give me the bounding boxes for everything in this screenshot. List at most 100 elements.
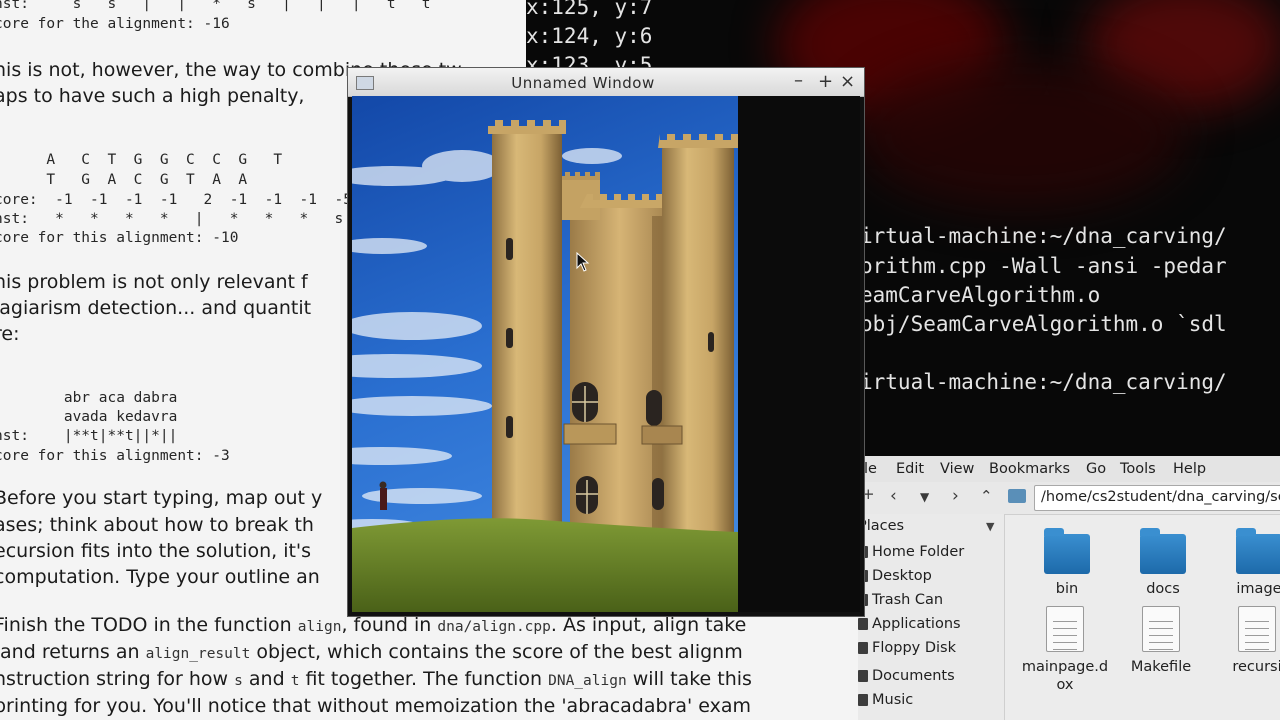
doc-line: T G A C G T A A	[0, 172, 248, 188]
sidebar-item-label: Documents	[872, 668, 955, 684]
doc-line: and returns an align_result object, whic…	[0, 641, 743, 663]
doc-line: : avada kedavra	[0, 409, 178, 425]
doc-line: : abr aca dabra	[0, 390, 178, 406]
doc-line: nst: |**t|**t||*||	[0, 428, 178, 444]
doc-line: ecursion fits into the solution, it's	[0, 540, 312, 562]
location-bar[interactable]: /home/cs2student/dna_carving/se	[1034, 485, 1280, 511]
menu-bar: ile Edit View Bookmarks Go Tools Help	[858, 456, 1280, 482]
sidebar-item-documents[interactable]: Documents	[858, 666, 1004, 688]
doc-text: Finish the TODO in the function	[0, 614, 298, 636]
window-title: Unnamed Window	[511, 74, 655, 92]
doc-line: re:	[0, 323, 20, 345]
code-align-cpp: dna/align.cpp	[437, 619, 551, 635]
file-item-makefile[interactable]: Makefile	[1116, 606, 1206, 676]
file-item-docs[interactable]: docs	[1118, 528, 1208, 598]
file-item-mainpage[interactable]: mainpage.d ox	[1020, 606, 1110, 694]
doc-line: Before you start typing, map out y	[0, 487, 323, 509]
file-item-bin[interactable]: bin	[1022, 528, 1112, 598]
terminal-line: x:124, y:6	[526, 24, 653, 48]
menu-go[interactable]: Go	[1086, 461, 1106, 477]
sidebar-item-home-folder[interactable]: Home Folder	[858, 542, 1004, 564]
terminal-line: irtual-machine:~/dna_carving/	[860, 370, 1227, 394]
doc-line: lagiarism detection... and quantit	[0, 297, 312, 319]
up-icon[interactable]: ⌃	[980, 487, 993, 505]
menu-edit[interactable]: Edit	[896, 461, 924, 477]
toolbar: + ‹ ▼ › ⌃ /home/cs2student/dna_carving/s…	[858, 482, 1280, 515]
sidebar-item-label: Desktop	[872, 568, 932, 584]
drive-icon	[1008, 489, 1026, 503]
file-name: recursi	[1232, 659, 1280, 675]
file-manager-window[interactable]: ile Edit View Bookmarks Go Tools Help + …	[858, 456, 1280, 720]
window-titlebar[interactable]: Unnamed Window – + ×	[348, 68, 864, 97]
folder-icon	[1236, 528, 1280, 574]
sidebar-item-label: Trash Can	[872, 592, 944, 608]
doc-line: A C T G G C C G T	[0, 152, 283, 168]
doc-line: ases; think about how to break th	[0, 514, 314, 536]
mouse-cursor-icon	[576, 252, 590, 272]
file-name: mainpage.d ox	[1021, 659, 1109, 693]
doc-text: and returns an	[0, 641, 146, 663]
sidebar-item-applications[interactable]: Applications	[858, 614, 1004, 636]
doc-line: core: -1 -1 -1 -1 2 -1 -1 -1 -5	[0, 192, 352, 208]
file-name: Makefile	[1130, 659, 1192, 675]
doc-text: . As input, align take	[550, 614, 747, 636]
sidebar-item-desktop[interactable]: Desktop	[858, 566, 1004, 588]
places-header[interactable]: Places ▼	[858, 516, 1004, 538]
screen-glare	[856, 60, 1186, 210]
file-name: bin	[1055, 581, 1079, 597]
doc-text: object, which contains the score of the …	[250, 641, 743, 663]
file-name: docs	[1146, 581, 1180, 597]
code-align: align	[297, 619, 342, 635]
location-path: /home/cs2student/dna_carving/se	[1041, 489, 1280, 505]
menu-bookmarks[interactable]: Bookmarks	[989, 461, 1070, 477]
sidebar-item-music[interactable]: Music	[858, 690, 1004, 712]
back-icon[interactable]: ‹	[890, 486, 897, 506]
forward-icon[interactable]: ›	[952, 486, 959, 506]
documents-icon	[858, 670, 868, 682]
doc-line: core for this alignment: -3	[0, 448, 230, 464]
castle-photo	[352, 96, 738, 612]
doc-line: core for the alignment: -16	[0, 16, 230, 32]
sidebar-item-label: Music	[872, 692, 914, 708]
file-name: image	[1236, 581, 1280, 597]
menu-tools[interactable]: Tools	[1120, 461, 1156, 477]
file-item-image[interactable]: image	[1214, 528, 1280, 598]
doc-line: Finish the TODO in the function align, f…	[0, 614, 746, 636]
doc-line: printing for you. You'll notice that wit…	[0, 695, 752, 717]
doc-text: , found in	[341, 614, 438, 636]
terminal-line: irtual-machine:~/dna_carving/	[860, 224, 1227, 248]
text-file-icon	[1142, 606, 1180, 652]
terminal-line: x:125, y:7	[526, 0, 653, 19]
doc-text: and	[242, 668, 291, 690]
text-file-icon	[1238, 606, 1276, 652]
doc-line: his problem is not only relevant f	[0, 271, 308, 293]
image-window[interactable]: Unnamed Window – + ×	[348, 68, 864, 616]
terminal-line: orithm.cpp -Wall -ansi -pedar	[860, 254, 1227, 278]
doc-line: nstruction string for how s and t fit to…	[0, 668, 752, 690]
folder-icon	[1140, 528, 1186, 574]
doc-line: nst: * * * * | * * * s	[0, 211, 344, 227]
applications-icon	[858, 618, 868, 630]
chevron-down-icon: ▼	[986, 520, 995, 533]
sidebar-item-floppy-disk[interactable]: Floppy Disk	[858, 638, 1004, 660]
file-item-recursion[interactable]: recursi	[1212, 606, 1280, 676]
minimize-button[interactable]: –	[794, 70, 803, 91]
sidebar-item-trash-can[interactable]: Trash Can	[858, 590, 1004, 612]
doc-line: nst: s s | | * s | | | t t	[0, 0, 431, 12]
close-button[interactable]: ×	[840, 71, 855, 92]
menu-view[interactable]: View	[940, 461, 974, 477]
grass-hill	[352, 518, 738, 612]
code-dna-align: DNA_align	[548, 673, 627, 689]
doc-line: core for this alignment: -10	[0, 230, 239, 246]
document-lower-text: Finish the TODO in the function align, f…	[0, 612, 870, 720]
sidebar-item-label: Floppy Disk	[872, 640, 956, 656]
maximize-button[interactable]: +	[818, 71, 833, 92]
code-s: s	[234, 673, 243, 689]
text-file-icon	[1046, 606, 1084, 652]
menu-help[interactable]: Help	[1173, 461, 1206, 477]
terminal-line: eamCarveAlgorithm.o	[860, 283, 1101, 307]
person	[380, 488, 387, 510]
music-icon	[858, 694, 868, 706]
sidebar-item-label: Home Folder	[872, 544, 965, 560]
history-dropdown-icon[interactable]: ▼	[920, 490, 929, 504]
